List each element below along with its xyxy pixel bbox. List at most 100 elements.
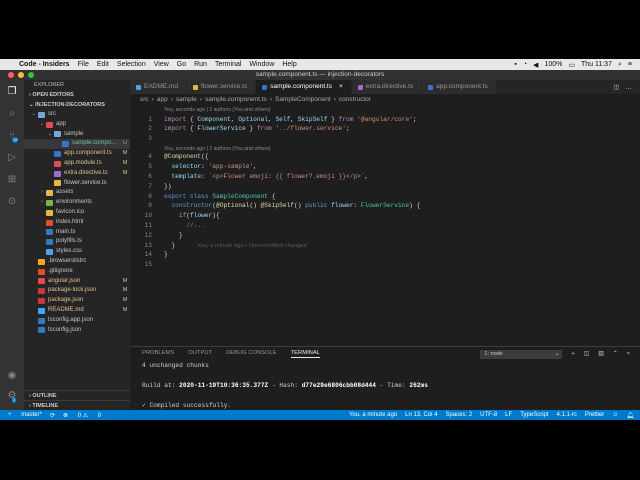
code-line[interactable]: if(flower){ (164, 212, 220, 219)
breadcrumb-item[interactable]: sample.component.ts (205, 96, 267, 103)
remote-explorer-icon[interactable]: ⊙ (6, 196, 18, 208)
tree-file[interactable]: angular.json M (24, 277, 130, 287)
indentation[interactable]: Spaces: 2 (445, 412, 472, 419)
code-line[interactable]: @Component({ (164, 153, 209, 160)
code-line[interactable]: //... (164, 222, 205, 229)
split-editor-icon[interactable]: ◫ (613, 83, 619, 91)
panel-tab-terminal[interactable]: TERMINAL (290, 350, 320, 358)
run-debug-icon[interactable]: ▷ (6, 152, 18, 164)
tree-folder[interactable]: ⌄ sample (24, 130, 130, 140)
breadcrumb-item[interactable]: sample (176, 96, 197, 103)
problems-indicator[interactable]: ⊗ 0 ⚠ 0 (63, 412, 101, 419)
menu-selection[interactable]: Selection (117, 61, 146, 68)
breadcrumb-item[interactable]: src (140, 96, 149, 103)
menu-help[interactable]: Help (282, 61, 296, 68)
tree-file[interactable]: extra.directive.ts M (24, 169, 130, 179)
wifi-icon[interactable]: ◔ (523, 61, 527, 68)
terminal-select[interactable]: 1: node ⌄ (480, 349, 563, 359)
code-line[interactable]: } You, a minute ago • Uncommitted changes (164, 242, 306, 249)
tree-file[interactable]: .browserslistrc (24, 257, 130, 267)
tree-file[interactable]: polyfills.ts (24, 237, 130, 247)
tab-extra-directive-ts[interactable]: extra.directive.ts (351, 80, 423, 94)
app-menu[interactable]: Code - Insiders (19, 61, 70, 68)
split-terminal-icon[interactable]: ◫ (584, 351, 589, 357)
git-blame[interactable]: You, a minute ago (349, 412, 397, 419)
tree-folder[interactable]: › environments (24, 198, 130, 208)
menu-terminal[interactable]: Terminal (215, 61, 241, 68)
timeline-section[interactable]: › TIMELINE (24, 400, 130, 410)
tree-file[interactable]: tsconfig.app.json (24, 316, 130, 326)
code-line[interactable]: }) (164, 183, 171, 190)
more-actions-icon[interactable]: … (626, 84, 633, 91)
menu-run[interactable]: Run (194, 61, 207, 68)
line-ending[interactable]: LF (505, 412, 512, 419)
chevron-up-icon[interactable]: ⌃ (613, 351, 618, 357)
close-icon[interactable]: × (627, 351, 630, 357)
project-section[interactable]: ⌄ INJECTION-DECORATORS (24, 100, 130, 110)
tree-file[interactable]: .gitignore (24, 267, 130, 277)
encoding[interactable]: UTF-8 (480, 412, 497, 419)
codelens-authors[interactable]: You, seconds ago | 2 authors (You and ot… (164, 107, 271, 113)
menu-view[interactable]: View (154, 61, 169, 68)
search-icon[interactable]: ⌕ (618, 61, 622, 69)
gear-icon[interactable]: ⚙ 1 (6, 390, 18, 403)
breadcrumb-item[interactable]: constructor (339, 96, 371, 103)
sync-icon[interactable]: ⟳ (50, 412, 55, 419)
formatter[interactable]: Prettier (585, 412, 604, 419)
battery-icon[interactable]: ▭ (568, 61, 575, 69)
extensions-icon[interactable]: ⊞ (6, 174, 18, 186)
clock[interactable]: Thu 11:37 (581, 61, 612, 68)
tree-folder[interactable]: ⌄ app (24, 120, 130, 130)
code-line[interactable]: constructor(@Optional() @SkipSelf() publ… (164, 202, 420, 209)
bell-icon[interactable]: 🔔︎ (626, 412, 634, 419)
breadcrumb-item[interactable]: app (157, 96, 168, 103)
minimize-window-button[interactable] (18, 72, 24, 78)
tree-file[interactable]: flower.service.ts (24, 179, 130, 189)
tree-file[interactable]: index.html (24, 218, 130, 228)
codelens-authors[interactable]: You, seconds ago | 2 authors (You and ot… (164, 146, 271, 152)
close-window-button[interactable] (8, 72, 14, 78)
tree-file[interactable]: app.module.ts M (24, 159, 130, 169)
search-icon[interactable]: ⌕ (6, 108, 18, 120)
panel-tab-output[interactable]: OUTPUT (188, 350, 212, 358)
tab-eadme-md[interactable]: EADME.md (130, 80, 187, 94)
cursor-position[interactable]: Ln 13, Col 4 (405, 412, 437, 419)
tree-file[interactable]: styles.css (24, 247, 130, 257)
panel-tab-problems[interactable]: PROBLEMS (142, 350, 174, 358)
tree-file[interactable]: favicon.ico (24, 208, 130, 218)
tree-file[interactable]: package.json M (24, 296, 130, 306)
tab-app-component-ts[interactable]: app.component.ts (422, 80, 497, 94)
tree-file[interactable]: app.component.ts M (24, 149, 130, 159)
panel-tab-debug-console[interactable]: DEBUG CONSOLE (226, 350, 277, 358)
plus-icon[interactable]: + (571, 351, 574, 357)
tree-file[interactable]: sample.compo... U (24, 139, 130, 150)
code-line[interactable]: } (164, 232, 183, 239)
volume-icon[interactable]: ◀ (533, 61, 538, 69)
menu-go[interactable]: Go (177, 61, 186, 68)
zoom-window-button[interactable] (28, 72, 34, 78)
explorer-icon[interactable]: ❐ (6, 86, 18, 98)
feedback-icon[interactable]: ☺ (612, 412, 618, 419)
code-line[interactable]: selector: 'app-sample', (164, 163, 256, 170)
code-line[interactable]: import { Component, Optional, Self, Skip… (164, 116, 417, 123)
source-control-icon[interactable]: ⑂ 18 (6, 130, 19, 143)
tree-file[interactable]: package-lock.json M (24, 286, 130, 296)
camera-icon[interactable]: ▪ (514, 61, 516, 68)
menu-edit[interactable]: Edit (97, 61, 109, 68)
close-tab-icon[interactable]: × (339, 80, 343, 94)
code-line[interactable]: template: `<p>Flower emoji: {{ flower?.e… (164, 173, 368, 180)
code-line[interactable]: } (164, 251, 168, 258)
tree-folder[interactable]: ⌄ src (24, 110, 130, 120)
control-center-icon[interactable]: ≡ (628, 61, 632, 68)
ts-version[interactable]: 4.1.1-rc (557, 412, 577, 419)
tab-flower-service-ts[interactable]: flower.service.ts (186, 80, 257, 94)
branch-indicator[interactable]: ⑂ master* (8, 412, 42, 418)
tree-file[interactable]: main.ts (24, 228, 130, 238)
code-line[interactable]: import { FlowerService } from '../flower… (164, 125, 350, 132)
tab-sample-component-ts[interactable]: sample.component.ts × (256, 80, 352, 94)
account-icon[interactable]: ◉ (6, 370, 18, 382)
trash-icon[interactable]: ▥ (598, 351, 603, 357)
language-mode[interactable]: TypeScript (520, 412, 548, 419)
open-editors-section[interactable]: › OPEN EDITORS (24, 90, 130, 100)
menu-window[interactable]: Window (249, 61, 274, 68)
